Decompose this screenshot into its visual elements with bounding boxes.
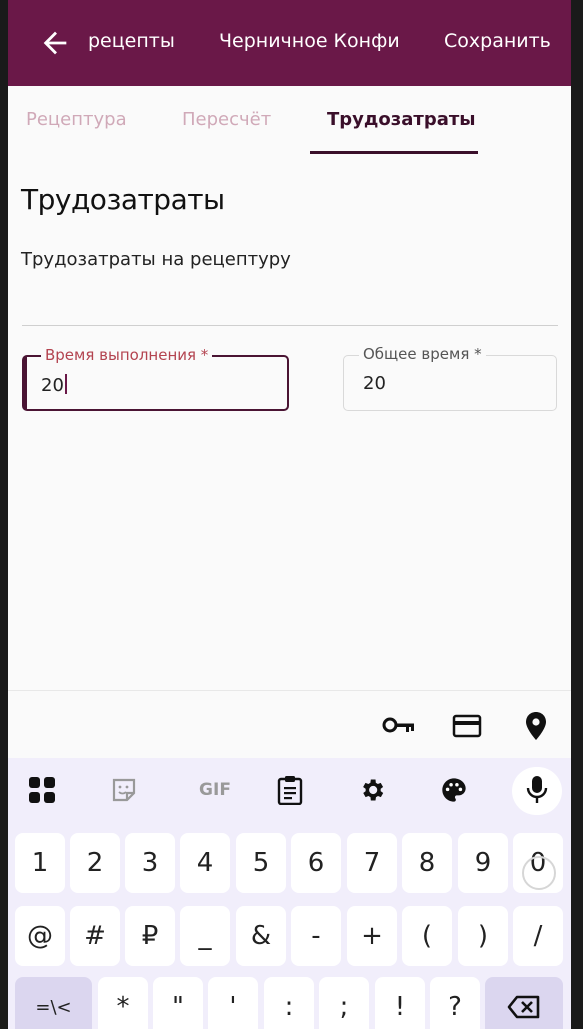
clipboard-icon[interactable] [274, 774, 306, 806]
key-open-paren[interactable]: ( [402, 906, 452, 966]
active-tab-indicator [310, 151, 478, 154]
tab-labor-costs[interactable]: Трудозатраты [327, 109, 476, 130]
key-ruble[interactable]: ₽ [125, 906, 175, 966]
settings-gear-icon[interactable] [356, 774, 388, 806]
backspace-icon [507, 995, 540, 1019]
back-arrow-icon[interactable] [38, 26, 72, 60]
divider [22, 325, 558, 326]
key-4[interactable]: 4 [180, 833, 230, 893]
key-colon[interactable]: : [264, 977, 314, 1029]
card-icon[interactable] [452, 714, 482, 738]
tab-recalculation[interactable]: Пересчёт [182, 109, 271, 130]
page-title: Черничное Конфи [219, 30, 400, 52]
key-underscore[interactable]: _ [180, 906, 230, 966]
key-slash[interactable]: / [513, 906, 563, 966]
key-close-paren[interactable]: ) [458, 906, 508, 966]
tab-recipe[interactable]: Рецептура [26, 109, 127, 130]
key-7[interactable]: 7 [347, 833, 397, 893]
execution-time-label: Время выполнения * [41, 346, 213, 364]
section-subtitle: Трудозатраты на рецептуру [21, 249, 291, 270]
key-6[interactable]: 6 [291, 833, 341, 893]
key-double-quote[interactable]: " [153, 977, 203, 1029]
execution-time-value: 20 [41, 375, 64, 396]
location-pin-icon[interactable] [524, 711, 548, 741]
sticker-icon[interactable] [108, 774, 140, 806]
total-time-field[interactable]: Общее время * 20 [343, 345, 557, 411]
key-question[interactable]: ? [430, 977, 480, 1029]
text-caret [64, 374, 67, 394]
key-exclamation[interactable]: ! [375, 977, 425, 1029]
gif-icon[interactable]: GIF [192, 774, 238, 806]
key-5[interactable]: 5 [236, 833, 286, 893]
key-8[interactable]: 8 [402, 833, 452, 893]
content-area [8, 156, 571, 690]
device-bezel-left [0, 0, 8, 1029]
back-label[interactable]: рецепты [88, 30, 175, 52]
key-plus[interactable]: + [347, 906, 397, 966]
key-semicolon[interactable]: ; [319, 977, 369, 1029]
app-bar: рецепты Черничное Конфи Сохранить [0, 0, 583, 86]
app-screen: рецепты Черничное Конфи Сохранить Рецепт… [0, 0, 583, 1029]
key-hash[interactable]: # [70, 906, 120, 966]
save-button[interactable]: Сохранить [444, 30, 551, 52]
keyboard-toolbar: GIF [8, 758, 571, 824]
key-icon[interactable] [382, 715, 416, 735]
microphone-icon[interactable] [521, 774, 553, 806]
execution-time-field[interactable]: Время выполнения * 20 [22, 346, 289, 411]
total-time-label: Общее время * [359, 345, 486, 363]
key-apostrophe[interactable]: ' [208, 977, 258, 1029]
palette-icon[interactable] [438, 774, 470, 806]
key-at[interactable]: @ [15, 906, 65, 966]
apps-grid-icon[interactable] [26, 774, 58, 806]
key-2[interactable]: 2 [70, 833, 120, 893]
key-minus[interactable]: - [291, 906, 341, 966]
backspace-key[interactable] [485, 977, 563, 1029]
key-1[interactable]: 1 [15, 833, 65, 893]
total-time-value: 20 [363, 373, 386, 394]
key-ampersand[interactable]: & [236, 906, 286, 966]
symbols-toggle-key[interactable]: =\< [15, 977, 92, 1029]
key-asterisk[interactable]: * [98, 977, 148, 1029]
key-3[interactable]: 3 [125, 833, 175, 893]
section-title: Трудозатраты [21, 183, 225, 216]
touch-indicator [522, 856, 556, 890]
device-bezel-right [571, 0, 583, 1029]
keyboard-suggestion-bar [8, 690, 571, 758]
key-9[interactable]: 9 [458, 833, 508, 893]
